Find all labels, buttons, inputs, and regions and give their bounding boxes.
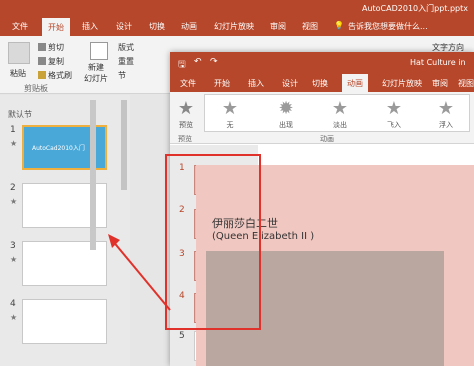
tab-insert[interactable]: 插入 bbox=[248, 78, 264, 89]
section-button[interactable]: 节 bbox=[118, 70, 126, 81]
paste-button[interactable]: 粘贴 bbox=[10, 68, 26, 79]
back-scrollbar[interactable] bbox=[121, 100, 127, 190]
redo-icon[interactable]: ↷ bbox=[210, 57, 218, 67]
star-icon: ✹ bbox=[278, 98, 294, 119]
effect-appear[interactable]: ✹ 出现 bbox=[268, 100, 304, 130]
save-icon[interactable]: 🖫 bbox=[178, 57, 186, 73]
section-label: 默认节 bbox=[8, 110, 32, 119]
tab-animations[interactable]: 动画 bbox=[181, 21, 197, 32]
lightbulb-icon: 💡 bbox=[334, 21, 344, 30]
back-title-bar: AutoCAD2010入门ppt.pptx bbox=[0, 0, 474, 18]
slide-number: 2 bbox=[10, 183, 16, 193]
slide-number: 3 bbox=[10, 241, 16, 251]
star-icon: ★ bbox=[385, 98, 403, 119]
format-painter-button[interactable]: 格式刷 bbox=[38, 70, 72, 81]
slide-thumb-title: AutoCad2010入门 bbox=[32, 145, 85, 152]
scissors-icon bbox=[38, 43, 46, 51]
effect-none[interactable]: ★ 无 bbox=[212, 100, 248, 130]
tab-transitions[interactable]: 切换 bbox=[149, 21, 165, 32]
paste-icon[interactable] bbox=[8, 42, 30, 64]
tab-review[interactable]: 审阅 bbox=[432, 78, 448, 89]
preview-group-label: 预览 bbox=[178, 135, 192, 143]
new-slide-button[interactable]: 新建 幻灯片 bbox=[84, 62, 108, 84]
slide-number: 4 bbox=[10, 299, 16, 309]
reset-button[interactable]: 重置 bbox=[118, 56, 134, 67]
tab-design[interactable]: 设计 bbox=[116, 21, 132, 32]
effect-float-in[interactable]: ★ 浮入 bbox=[428, 100, 464, 130]
slide-number: 1 bbox=[10, 125, 16, 135]
copy-button[interactable]: 复制 bbox=[38, 56, 64, 67]
front-title-bar: 🖫 ↶ ↷ Hat Culture in bbox=[170, 52, 474, 74]
tab-animations[interactable]: 动画 bbox=[342, 74, 368, 92]
tab-file[interactable]: 文件 bbox=[12, 21, 28, 32]
tab-view[interactable]: 视图 bbox=[458, 78, 474, 89]
slide-thumbnail[interactable] bbox=[22, 299, 107, 344]
star-icon: ★ bbox=[221, 98, 239, 119]
effect-fly-in[interactable]: ★ 飞入 bbox=[376, 100, 412, 130]
tab-view[interactable]: 视图 bbox=[302, 21, 318, 32]
tab-design[interactable]: 设计 bbox=[282, 78, 298, 89]
tab-home[interactable]: 开始 bbox=[214, 78, 230, 89]
tab-review[interactable]: 审阅 bbox=[270, 21, 286, 32]
tab-home[interactable]: 开始 bbox=[42, 18, 70, 36]
cut-button[interactable]: 剪切 bbox=[38, 42, 64, 53]
animation-ribbon: ★ 预览 ★ 无 ✹ 出现 ★ 淡出 ★ 飞入 ★ 浮入 预览 动画 bbox=[170, 92, 474, 144]
star-icon: ★ bbox=[437, 98, 455, 119]
slide-number: 5 bbox=[179, 331, 185, 341]
animation-star-icon: ★ bbox=[10, 139, 18, 148]
back-window-title: AutoCAD2010入门ppt.pptx bbox=[361, 4, 468, 13]
preview-button[interactable]: ★ 预览 bbox=[170, 100, 202, 130]
star-icon: ★ bbox=[331, 98, 349, 119]
new-slide-icon[interactable] bbox=[90, 42, 108, 60]
front-window-title: Hat Culture in bbox=[410, 58, 466, 67]
animation-star-icon: ★ bbox=[10, 197, 18, 206]
back-ribbon-tabs: 文件 开始 插入 设计 切换 动画 幻灯片放映 审阅 视图 💡 告诉我您想要做什… bbox=[0, 18, 474, 36]
effect-fade[interactable]: ★ 淡出 bbox=[322, 100, 358, 130]
tab-file[interactable]: 文件 bbox=[180, 78, 196, 89]
tab-transitions[interactable]: 切换 bbox=[312, 78, 328, 89]
animation-group-label: 动画 bbox=[320, 135, 334, 143]
tab-slideshow[interactable]: 幻灯片放映 bbox=[382, 78, 422, 89]
copy-icon bbox=[38, 57, 46, 65]
tab-insert[interactable]: 插入 bbox=[82, 21, 98, 32]
undo-icon[interactable]: ↶ bbox=[194, 57, 202, 67]
animation-star-icon: ★ bbox=[10, 255, 18, 264]
search-hint[interactable]: 告诉我您想要做什么... bbox=[348, 21, 428, 32]
tab-slideshow[interactable]: 幻灯片放映 bbox=[214, 21, 254, 32]
layout-button[interactable]: 版式 bbox=[118, 42, 134, 53]
front-ribbon-tabs: 文件 开始 插入 设计 切换 动画 幻灯片放映 审阅 视图 bbox=[170, 74, 474, 92]
annotation-arrow bbox=[108, 234, 171, 311]
animation-star-icon: ★ bbox=[10, 313, 18, 322]
front-scrollbar[interactable] bbox=[90, 100, 96, 250]
clipboard-group-label: 剪贴板 bbox=[24, 84, 48, 93]
brush-icon bbox=[38, 71, 46, 79]
